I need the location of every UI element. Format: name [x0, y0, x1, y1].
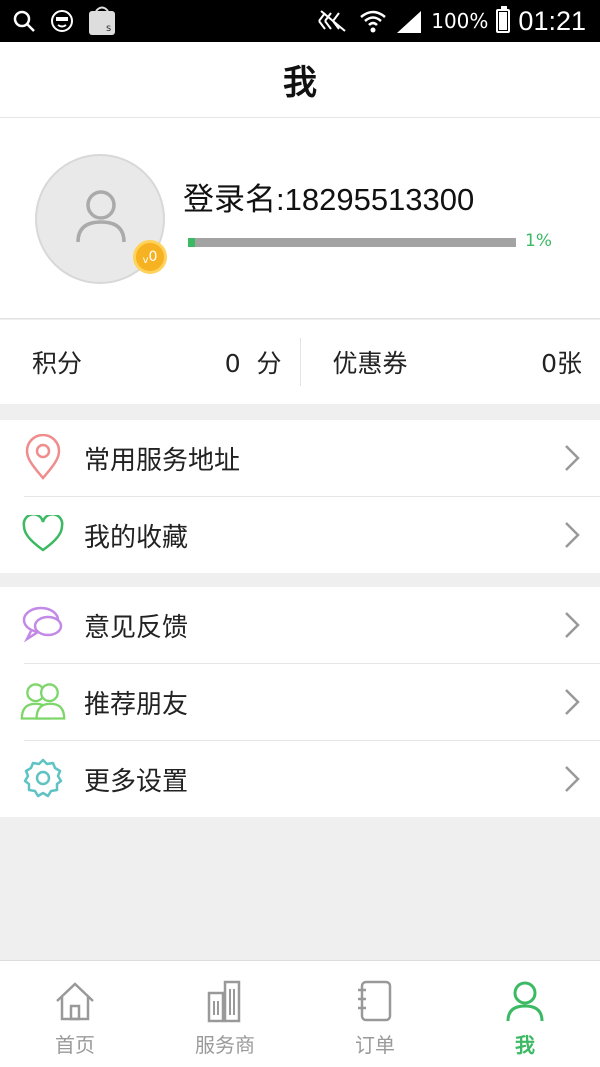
- points-label: 积分: [32, 349, 83, 378]
- friends-icon: [20, 678, 66, 724]
- wifi-icon: [360, 10, 387, 33]
- gear-icon: [20, 755, 66, 801]
- tab-orders[interactable]: 订单: [300, 961, 450, 1067]
- person-placeholder-icon: [76, 190, 126, 243]
- tab-providers[interactable]: 服务商: [150, 961, 300, 1067]
- bottom-tab-bar: 首页 服务商 订单 我: [0, 960, 600, 1067]
- menu-item-label: 推荐朋友: [84, 689, 189, 720]
- level-badge: v0: [133, 240, 167, 274]
- status-bar-left: s: [0, 6, 116, 36]
- chevron-right-icon: [565, 689, 580, 715]
- menu-item-label: 更多设置: [84, 766, 189, 797]
- coupons-value: 0张: [541, 349, 582, 378]
- chevron-right-icon: [565, 612, 580, 638]
- notebook-icon: [358, 980, 392, 1022]
- location-pin-icon: [20, 434, 66, 480]
- chevron-right-icon: [565, 766, 580, 792]
- tab-label: 订单: [355, 1033, 395, 1057]
- search-icon: [13, 10, 35, 32]
- level-value: 0: [148, 249, 158, 265]
- profile-card: v0 登录名:18295513300 1%: [0, 118, 600, 319]
- title-bar: 我: [0, 42, 600, 118]
- level-progress-text: 1%: [525, 231, 552, 251]
- coupons-label: 优惠券: [332, 349, 408, 378]
- menu-item-feedback[interactable]: 意见反馈: [0, 587, 600, 663]
- building-icon: [207, 980, 241, 1023]
- svg-text:s: s: [106, 23, 111, 34]
- menu-item-service-address[interactable]: 常用服务地址: [0, 420, 600, 496]
- heart-icon: [20, 511, 66, 557]
- level-progress-fill: [188, 238, 195, 247]
- mute-icon: [318, 10, 346, 32]
- menu-item-label: 常用服务地址: [84, 445, 241, 476]
- tab-label: 服务商: [195, 1033, 255, 1057]
- tab-label: 首页: [55, 1033, 95, 1057]
- battery-icon: [496, 6, 511, 33]
- status-bar-right: 100% 01:21: [315, 6, 600, 37]
- menu-group-misc: 意见反馈 推荐朋友 更多设置: [0, 587, 600, 817]
- points-row: 积分 0 分 优惠券 0张: [0, 320, 600, 404]
- menu-item-favorites[interactable]: 我的收藏: [0, 497, 600, 573]
- menu-group-address: 常用服务地址 我的收藏: [0, 420, 600, 573]
- tab-home[interactable]: 首页: [0, 961, 150, 1067]
- chevron-right-icon: [565, 445, 580, 471]
- person-icon: [506, 981, 544, 1022]
- menu-item-recommend-friends[interactable]: 推荐朋友: [0, 664, 600, 740]
- chat-bubble-icon: [20, 601, 66, 647]
- points-cell[interactable]: 积分 0 分: [0, 320, 300, 404]
- coupons-cell[interactable]: 优惠券 0张: [301, 320, 600, 404]
- chevron-right-icon: [565, 522, 580, 548]
- menu-item-label: 我的收藏: [84, 522, 189, 553]
- status-bar: s 100% 01:21: [0, 0, 600, 42]
- tab-me[interactable]: 我: [450, 961, 600, 1067]
- menu-item-label: 意见反馈: [84, 612, 189, 643]
- tab-label: 我: [515, 1033, 535, 1057]
- battery-percent: 100%: [431, 9, 489, 33]
- home-icon: [56, 982, 94, 1021]
- login-name: 登录名:18295513300: [183, 182, 475, 217]
- menu-item-more-settings[interactable]: 更多设置: [0, 741, 600, 817]
- level-progress-bar: [188, 238, 516, 247]
- page-title: 我: [283, 63, 317, 103]
- shopping-bag-icon: s: [89, 6, 115, 35]
- signal-icon: [397, 11, 422, 33]
- face-icon: [51, 10, 73, 32]
- points-value: 0 分: [224, 349, 282, 378]
- clock: 01:21: [518, 5, 586, 36]
